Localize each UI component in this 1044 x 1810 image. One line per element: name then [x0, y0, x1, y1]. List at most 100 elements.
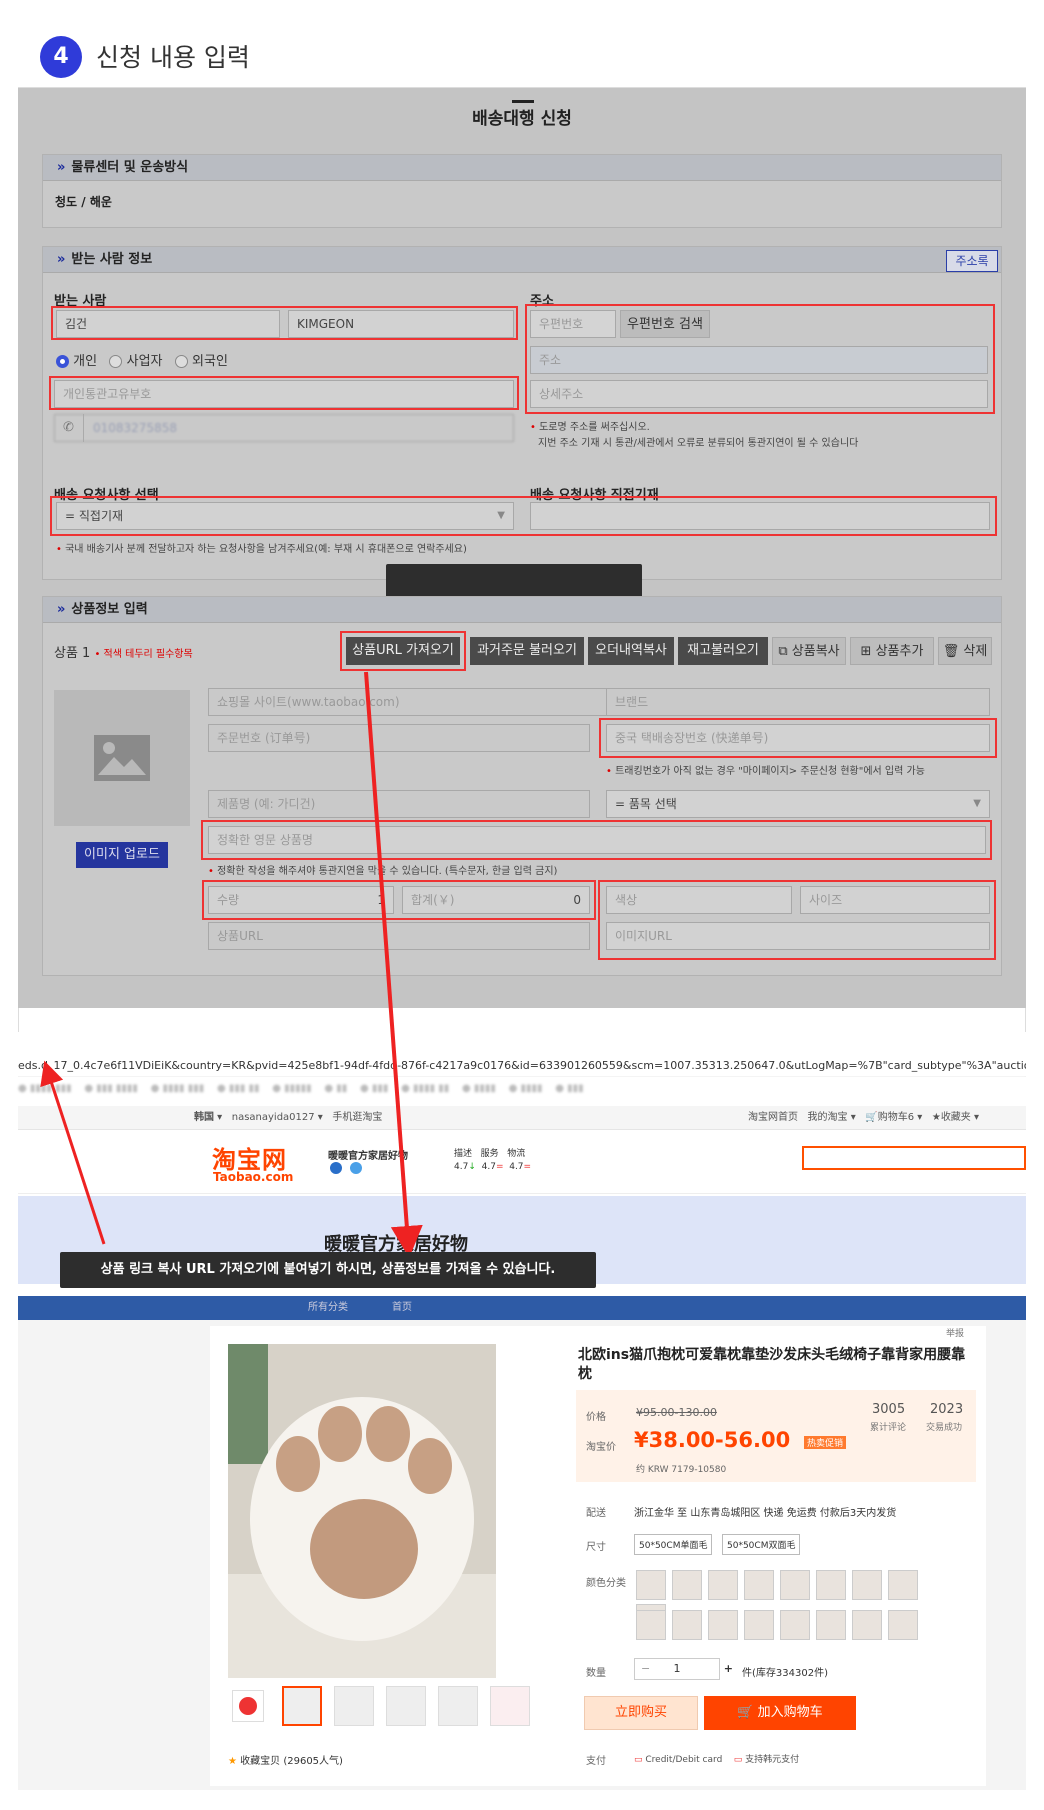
color-swatch[interactable]	[744, 1610, 774, 1640]
nav-home[interactable]: 首页	[392, 1296, 412, 1320]
color-swatch[interactable]	[780, 1570, 810, 1600]
radio-individual[interactable]	[56, 355, 69, 368]
cat-paw-pillow-image	[228, 1344, 496, 1678]
browser-url-bar[interactable]: eds.d_17_0.4c7e6f11VDiEiK&country=KR&pvi…	[18, 1055, 1026, 1077]
button-label: 삭제	[963, 644, 988, 659]
color-swatch[interactable]	[780, 1610, 810, 1640]
quantity-value: 1	[377, 893, 385, 907]
color-swatch[interactable]	[672, 1610, 702, 1640]
address-note-1: • 도로명 주소를 써주십시오.	[530, 422, 650, 433]
sales-label: 交易成功	[926, 1423, 963, 1433]
button-label: 상품추가	[875, 644, 924, 659]
address-book-button[interactable]: 주소록	[946, 250, 998, 272]
color-swatch[interactable]	[816, 1570, 846, 1600]
address-input[interactable]: 주소	[530, 346, 988, 374]
thumb-5[interactable]	[490, 1686, 530, 1726]
color-swatch[interactable]	[744, 1570, 774, 1600]
video-thumb[interactable]	[232, 1690, 264, 1722]
name-en-input[interactable]: KIMGEON	[288, 310, 514, 338]
cart-link[interactable]: 购物车6	[878, 1112, 914, 1123]
quantity-stepper[interactable]: −1 +	[634, 1658, 733, 1680]
color-swatch[interactable]	[852, 1610, 882, 1640]
tracking-note: • 트래킹번호가 아직 없는 경우 "마이페이지> 주문신청 현황"에서 입력 …	[606, 766, 925, 777]
favorite-row[interactable]: ★ 收藏宝贝 (29605人气)	[228, 1752, 343, 1767]
color-swatch[interactable]	[636, 1610, 666, 1640]
color-swatch[interactable]	[708, 1610, 738, 1640]
color-swatch[interactable]	[888, 1570, 918, 1600]
add-product-button[interactable]: ⊞ 상품추가	[850, 637, 934, 665]
cart-icon: 🛒	[865, 1112, 878, 1123]
my-taobao-link[interactable]: 我的淘宝	[808, 1112, 848, 1123]
category-select[interactable]: = 품목 선택 ▼	[606, 790, 990, 818]
region[interactable]: 韩国	[194, 1112, 214, 1123]
request-direct-input[interactable]	[530, 502, 990, 530]
image-upload-button[interactable]: 이미지 업로드	[76, 842, 168, 868]
stock-load-button[interactable]: 재고불러오기	[678, 637, 768, 665]
step-number-badge: 4	[40, 36, 82, 78]
thumb-3[interactable]	[386, 1686, 426, 1726]
nav-all-categories[interactable]: 所有分类	[308, 1296, 348, 1320]
favorites-link[interactable]: 收藏夹	[941, 1112, 971, 1123]
radio-label: 사업자	[126, 354, 163, 369]
image-url-input[interactable]: 이미지URL	[606, 922, 990, 950]
chevron-right-icon: »	[57, 252, 66, 267]
color-swatch[interactable]	[852, 1570, 882, 1600]
add-cart-button[interactable]: 🛒 加入购物车	[704, 1696, 856, 1730]
color-swatch[interactable]	[672, 1570, 702, 1600]
name-kr-input[interactable]: 김건	[56, 310, 280, 338]
radio-label: 개인	[73, 354, 98, 369]
thumb-2[interactable]	[334, 1686, 374, 1726]
shop-badge-icon	[330, 1162, 342, 1174]
phone-input[interactable]: 01083275858	[54, 414, 514, 442]
size-option-2[interactable]: 50*50CM双面毛	[722, 1534, 801, 1555]
thumb-4[interactable]	[438, 1686, 478, 1726]
order-number-input[interactable]: 주문번호 (订单号)	[208, 724, 590, 752]
home-link[interactable]: 淘宝网首页	[748, 1112, 798, 1123]
buy-now-button[interactable]: 立即购买	[584, 1696, 698, 1730]
delete-button[interactable]: 🗑 삭제	[938, 637, 992, 665]
taobao-search-input[interactable]	[802, 1146, 1026, 1170]
order-copy-button[interactable]: 오더내역복사	[588, 637, 674, 665]
trash-icon: 🗑	[942, 644, 960, 659]
rating-value: 4.7	[454, 1162, 469, 1172]
color-swatch[interactable]	[636, 1570, 666, 1600]
product-name-input[interactable]: 제품명 (예: 가디건)	[208, 790, 590, 818]
username[interactable]: nasanayida0127	[232, 1112, 315, 1123]
color-label: 颜色分类	[586, 1578, 626, 1589]
color-swatch[interactable]	[888, 1610, 918, 1640]
english-name-input[interactable]: 정확한 영문 상품명	[208, 826, 986, 854]
size-option-1[interactable]: 50*50CM单面毛	[634, 1534, 713, 1555]
postcode-search-button[interactable]: 우편번호 검색	[620, 310, 710, 338]
thumb-1[interactable]	[282, 1686, 322, 1726]
postcode-input[interactable]: 우편번호	[530, 310, 616, 338]
brand-input[interactable]: 브랜드	[606, 688, 990, 716]
mobile-link[interactable]: 手机逛淘宝	[332, 1112, 382, 1123]
color-swatch[interactable]	[816, 1610, 846, 1640]
total-input[interactable]: 합계(￥) 0	[402, 886, 590, 914]
shop-name[interactable]: 暖暖官方家居好物	[328, 1147, 408, 1162]
copy-product-button[interactable]: ⧉ 상품복사	[772, 637, 846, 665]
customs-code-input[interactable]: 개인통관고유부호	[54, 380, 514, 408]
quantity-input[interactable]: 수량 1	[208, 886, 394, 914]
tracking-number-input[interactable]: 중국 택배송장번호 (快递单号)	[606, 724, 990, 752]
chevron-right-icon: »	[57, 602, 66, 617]
color-input[interactable]: 색상	[606, 886, 792, 914]
cart-icon: 🛒	[737, 1705, 754, 1720]
chevron-down-icon: ▼	[497, 510, 505, 521]
placeholder: 합계(￥)	[411, 893, 455, 907]
fetch-url-button[interactable]: 상품URL 가져오기	[346, 637, 460, 665]
shop-site-input[interactable]: 쇼핑몰 사이트(www.taobao.com)	[208, 688, 608, 716]
pay-method: 支持韩元支付	[745, 1755, 800, 1765]
radio-label: 외국인	[192, 354, 228, 369]
past-order-button[interactable]: 과거주문 불러오기	[470, 637, 584, 665]
radio-foreigner[interactable]	[174, 355, 188, 368]
size-input[interactable]: 사이즈	[800, 886, 990, 914]
radio-business[interactable]	[109, 355, 123, 368]
report-link[interactable]: 举报	[946, 1326, 964, 1339]
request-select[interactable]: = 직접기재 ▼	[56, 502, 514, 530]
color-swatch[interactable]	[708, 1570, 738, 1600]
reviews-count: 3005	[872, 1402, 906, 1417]
product-url-input[interactable]: 상품URL	[208, 922, 590, 950]
image-icon	[94, 735, 150, 781]
address-detail-input[interactable]: 상세주소	[530, 380, 988, 408]
